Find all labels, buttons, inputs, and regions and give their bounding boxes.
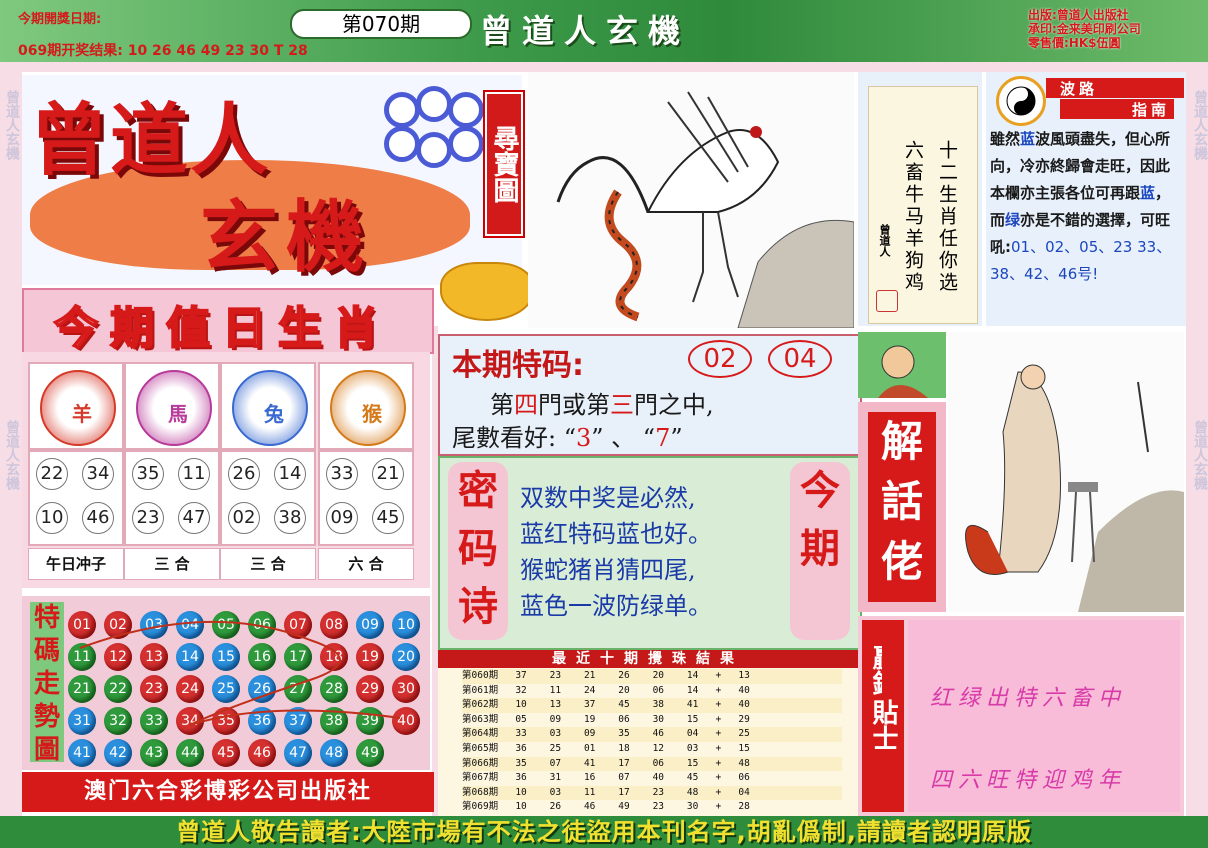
- last-result-numbers: 10 26 46 49 23 30 T 28: [127, 43, 308, 59]
- goat-icon: 羊: [40, 370, 116, 446]
- publisher-info: 出版:曾道人出版社 承印:金来美印刷公司 零售價:HK$伍圓: [1028, 8, 1141, 50]
- zodiac-relation-label: 三 合: [124, 548, 220, 580]
- zodiac-relation-label: 午日冲子: [28, 548, 124, 580]
- result-row: 第067期 36 31 16 07 40 45 + 06: [462, 771, 842, 786]
- result-row: 第064期 33 03 09 35 46 04 + 25: [462, 727, 842, 742]
- win-tips-label2: 貼士: [868, 640, 902, 810]
- border-text-right-2: 曾道人玄機: [1192, 420, 1208, 490]
- ring-icon: [384, 126, 420, 162]
- horse-icon: 馬: [136, 370, 212, 446]
- secret-poem-text: 双数中奖是必然, 蓝红特码蓝也好。 猴蛇猪肖猜四尾, 蓝色一波防绿单。: [520, 484, 712, 620]
- zodiac-number: 10: [36, 502, 68, 534]
- secret-poem-right-label: 今期: [790, 462, 850, 640]
- zodiac-number-cell: 26 14 02 38: [220, 450, 316, 546]
- border-text-left-2: 曾道人玄機: [4, 420, 20, 490]
- win-tip-line2: 四六旺特迎鸡年: [930, 768, 1127, 793]
- zodiac-number: 14: [274, 458, 306, 490]
- gold-ingot-icon: [440, 262, 534, 321]
- border-top: [0, 62, 1208, 72]
- zodiac-animal-cell: 猴: [318, 362, 414, 450]
- zodiac-animal-name: 兔: [264, 402, 284, 426]
- zodiac-animal-cell: 兔: [220, 362, 316, 450]
- treasure-map-tag: 尋寶圖: [483, 90, 525, 238]
- wave-numbers: 01、02、05、23 33、38、42、46号!: [990, 238, 1172, 283]
- border-text-right: 曾道人玄機: [1192, 90, 1208, 160]
- zodiac-number: 23: [132, 502, 164, 534]
- zodiac-number-cell: 33 21 09 45: [318, 450, 414, 546]
- zodiac-animal-name: 猴: [362, 402, 382, 426]
- result-row: 第062期 10 13 37 45 38 41 + 40: [462, 698, 842, 713]
- zodiac-number-cell: 22 34 10 46: [28, 450, 124, 546]
- rabbit-icon: 兔: [232, 370, 308, 446]
- wave-title1: 波路: [1046, 78, 1184, 98]
- result-row: 第065期 36 25 01 18 12 03 + 15: [462, 742, 842, 757]
- trend-line: [79, 620, 401, 726]
- border-text-left: 曾道人玄機: [4, 90, 20, 160]
- special-line-2: 尾數看好: “3” 、 “7”: [452, 424, 683, 452]
- zodiac-number: 38: [274, 502, 306, 534]
- poem-col2: 六畜牛马羊狗鸡: [902, 140, 924, 294]
- result-row: 第068期 10 03 11 17 23 48 + 04: [462, 785, 842, 801]
- zodiac-number: 02: [228, 502, 260, 534]
- jiehua-label: 解話佬: [868, 412, 936, 602]
- zodiac-number: 34: [82, 458, 114, 490]
- special-line-1: 第四門或第三門之中,: [490, 391, 714, 419]
- result-row: 第069期 10 26 46 49 23 30 + 28: [462, 800, 842, 815]
- zodiac-number: 09: [326, 502, 358, 534]
- result-row: 第060期 37 23 21 26 20 14 + 13: [462, 669, 842, 684]
- monkey-icon: 猴: [330, 370, 406, 446]
- ring-icon: [448, 92, 484, 128]
- poem-col1: 十二生肖任你选: [936, 140, 958, 294]
- last-result-label: 069期开奖结果: 10 26 46 49 23 30 T 28: [18, 43, 308, 59]
- zodiac-relation-label: 三 合: [220, 548, 316, 580]
- zodiac-title-banner: 今期值日生肖: [22, 288, 434, 355]
- seal-stamp: [876, 290, 898, 312]
- footer-warning: 曾道人敬告讀者:大陸市場有不法之徒盜用本刊名字,胡亂僞制,請讀者認明原版: [0, 816, 1208, 848]
- trend-label: 特碼走勢圖: [30, 602, 64, 765]
- issue-number: 第070期: [290, 9, 472, 39]
- publisher-bar: 澳门六合彩博彩公司出版社: [22, 772, 434, 812]
- zodiac-number: 11: [178, 458, 210, 490]
- zodiac-number: 35: [132, 458, 164, 490]
- yin-yang-icon: [996, 76, 1046, 126]
- header-title: 曾道人玄機: [480, 12, 691, 50]
- ring-icon: [416, 132, 452, 168]
- zodiac-animal-cell: 羊: [28, 362, 124, 450]
- wave-title2: 指南: [1060, 99, 1174, 119]
- zodiac-animal-cell: 馬: [124, 362, 220, 450]
- zodiac-number: 46: [82, 502, 114, 534]
- zodiac-number: 26: [228, 458, 260, 490]
- result-row: 第063期 05 09 19 06 30 15 + 29: [462, 712, 842, 728]
- results-title: 最近十期攪珠結果: [438, 650, 858, 668]
- zodiac-number: 33: [326, 458, 358, 490]
- special-num-1: 02: [688, 340, 752, 378]
- poem-signature: 曾道人: [878, 224, 891, 257]
- logo-line2: 玄機: [200, 193, 373, 283]
- zodiac-relation-label: 六 合: [318, 548, 414, 580]
- wave-guide-text: 雖然蓝波風頭盡失，但心所向，冷亦終歸會走旺，因此本欄亦主張各位可再跟蓝，而绿亦是…: [990, 130, 1172, 283]
- jiehua-figure-panel: [858, 332, 946, 398]
- jiehua-illustration: [948, 332, 1184, 612]
- open-date-label: 今期開獎日期:: [18, 12, 102, 27]
- zodiac-number: 22: [36, 458, 68, 490]
- logo-line1: 曾道人: [30, 96, 271, 186]
- special-num-2: 04: [768, 340, 832, 378]
- ring-icon: [416, 86, 452, 122]
- zodiac-number: 21: [372, 458, 404, 490]
- zodiac-number: 45: [372, 502, 404, 534]
- ring-icon: [384, 92, 420, 128]
- special-code-title: 本期特码:: [452, 348, 584, 383]
- crane-snake-illustration: [528, 72, 855, 329]
- result-row: 第061期 32 11 24 20 06 14 + 40: [462, 683, 842, 699]
- win-tip-line1: 红绿出特六畜中: [930, 686, 1127, 711]
- ring-icon: [448, 126, 484, 162]
- result-row: 第066期 35 07 41 17 06 15 + 48: [462, 756, 842, 772]
- zodiac-animal-name: 羊: [72, 402, 92, 426]
- zodiac-number: 47: [178, 502, 210, 534]
- secret-poem-left-label: 密码诗: [448, 462, 508, 640]
- zodiac-title: 今期值日生肖: [53, 302, 390, 355]
- zodiac-animal-name: 馬: [168, 402, 188, 426]
- zodiac-number-cell: 35 11 23 47: [124, 450, 220, 546]
